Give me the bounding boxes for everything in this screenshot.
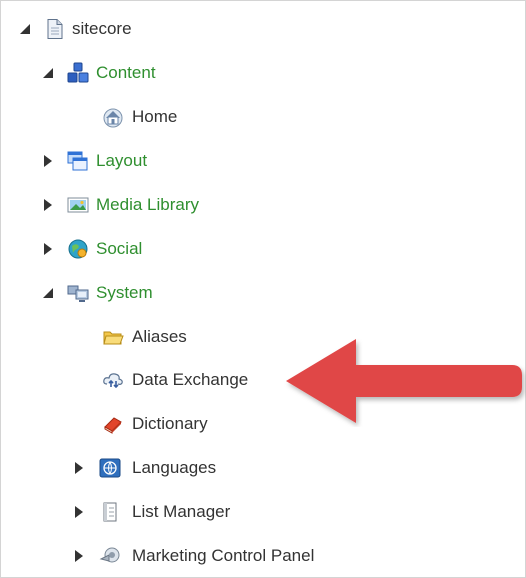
content-cubes-icon — [67, 62, 89, 84]
collapsed-triangle-icon[interactable] — [42, 243, 54, 255]
tree-node-label[interactable]: Aliases — [132, 322, 187, 352]
collapsed-triangle-icon[interactable] — [73, 506, 85, 518]
tree-node-label[interactable]: List Manager — [132, 497, 230, 527]
tree-node-home[interactable]: Home — [1, 102, 521, 132]
callout-arrow-icon — [286, 339, 522, 423]
tree-node-layout[interactable]: Layout — [1, 146, 521, 176]
tree-node-list-manager[interactable]: List Manager — [1, 497, 521, 527]
tree-node-social[interactable]: Social — [1, 234, 521, 264]
tree-node-content[interactable]: Content — [1, 58, 521, 88]
expanded-triangle-icon[interactable] — [42, 287, 54, 299]
tree-node-media-library[interactable]: Media Library — [1, 190, 521, 220]
tree-node-label[interactable]: Data Exchange — [132, 365, 248, 395]
marketing-panel-icon — [99, 545, 121, 567]
tree-node-label[interactable]: Social — [96, 234, 142, 264]
tree-node-label[interactable]: Content — [96, 58, 156, 88]
picture-icon — [67, 194, 89, 216]
system-computers-icon — [67, 282, 89, 304]
collapsed-triangle-icon[interactable] — [73, 550, 85, 562]
tree-node-sitecore[interactable]: sitecore — [1, 14, 521, 44]
tree-node-label[interactable]: sitecore — [72, 14, 132, 44]
home-icon — [102, 106, 124, 128]
tree-node-languages[interactable]: Languages — [1, 453, 521, 483]
content-tree-panel: sitecore Content Home Layout Media Libra… — [0, 0, 526, 578]
tree-node-label[interactable]: Dictionary — [132, 409, 208, 439]
book-icon — [102, 413, 124, 435]
tree-node-label[interactable]: Languages — [132, 453, 216, 483]
tree-node-marketing-control-panel[interactable]: Marketing Control Panel — [1, 541, 521, 571]
expanded-triangle-icon[interactable] — [42, 67, 54, 79]
layout-windows-icon — [67, 150, 89, 172]
collapsed-triangle-icon[interactable] — [73, 462, 85, 474]
tree-node-system[interactable]: System — [1, 278, 521, 308]
expanded-triangle-icon[interactable] — [19, 23, 31, 35]
tree-node-label[interactable]: Home — [132, 102, 177, 132]
folder-icon — [102, 326, 124, 348]
tree-node-label[interactable]: Media Library — [96, 190, 199, 220]
social-globe-icon — [67, 238, 89, 260]
tree-node-label[interactable]: System — [96, 278, 153, 308]
list-icon — [99, 501, 121, 523]
language-globe-icon — [99, 457, 121, 479]
collapsed-triangle-icon[interactable] — [42, 155, 54, 167]
tree-node-label[interactable]: Layout — [96, 146, 147, 176]
document-icon — [44, 18, 66, 40]
collapsed-triangle-icon[interactable] — [42, 199, 54, 211]
tree-node-label[interactable]: Marketing Control Panel — [132, 541, 314, 571]
cloud-exchange-icon — [102, 369, 124, 391]
